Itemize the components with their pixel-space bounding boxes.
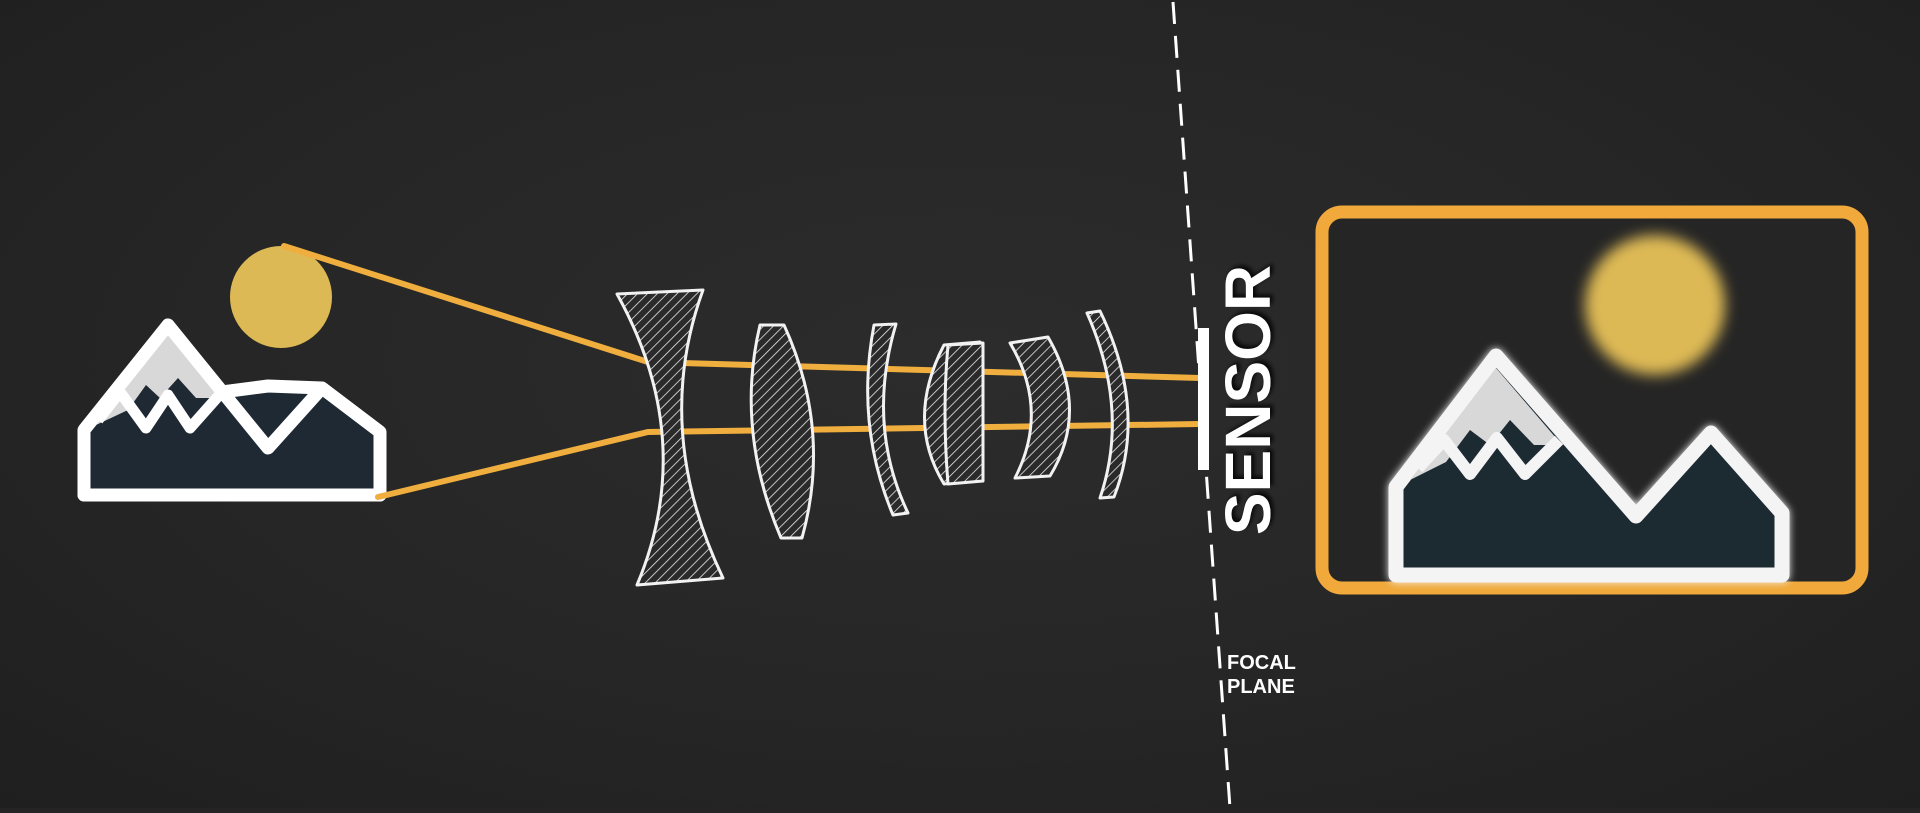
focal-plane-label-line1: FOCAL	[1227, 652, 1296, 674]
ray-upper	[281, 243, 1203, 381]
lens-element-3	[866, 322, 910, 517]
landscape-photo-icon	[1315, 205, 1869, 595]
lens-element-7	[1085, 309, 1130, 500]
lens-element-6	[1008, 335, 1071, 480]
lens-element-5	[943, 341, 985, 486]
optics-diagram: SENSOR FOCAL PLANE	[77, 1, 1869, 809]
focal-plane-label-line2: PLANE	[1227, 676, 1295, 698]
sun-icon	[230, 246, 332, 348]
lens-group	[615, 288, 1130, 587]
lens-element-2	[749, 323, 816, 540]
sensor-bar	[1198, 328, 1209, 470]
blurred-sun-icon	[1585, 235, 1725, 375]
landscape-icon	[77, 246, 387, 502]
lens-diagram-canvas: SENSOR FOCAL PLANE	[0, 0, 1920, 809]
sensor-label: SENSOR	[1212, 265, 1284, 535]
